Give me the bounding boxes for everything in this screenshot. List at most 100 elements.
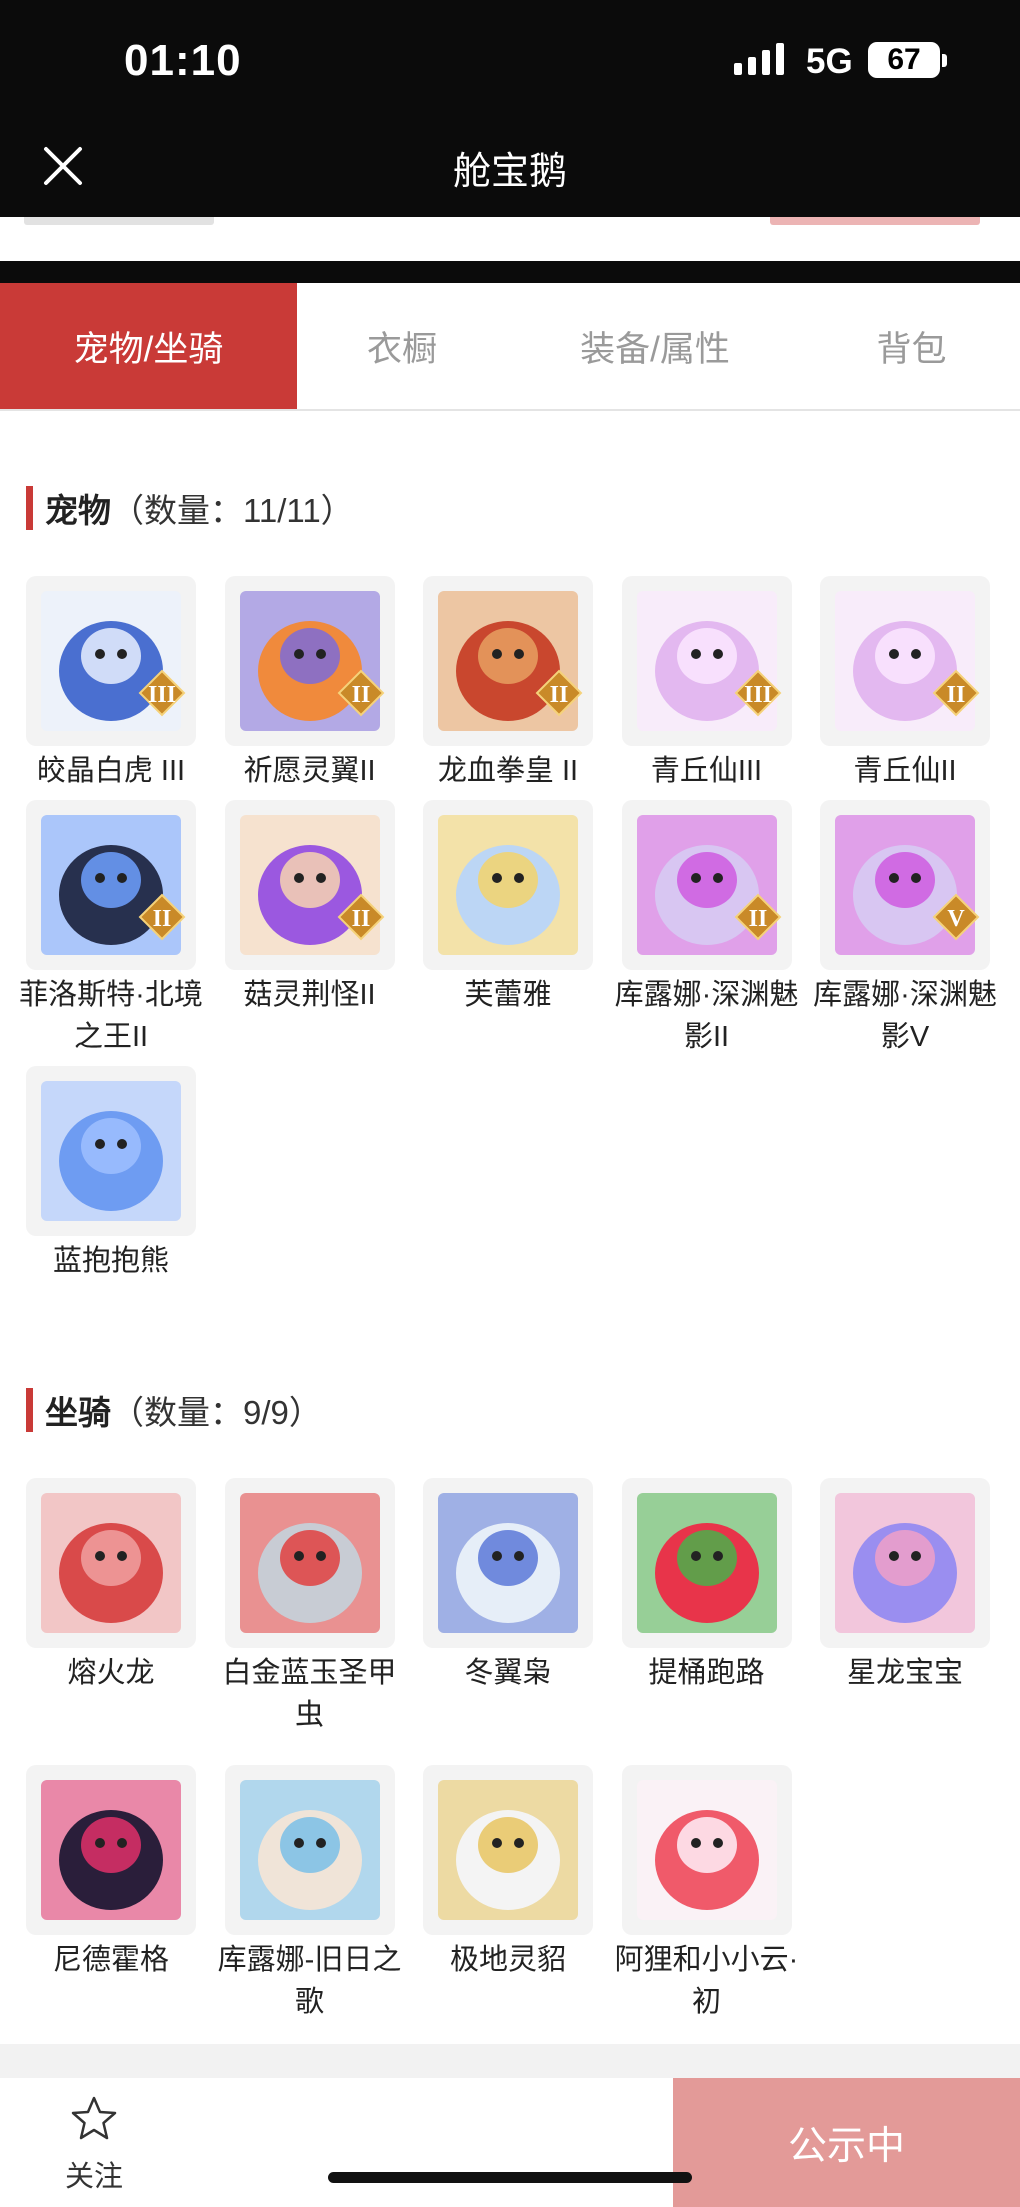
divider	[0, 261, 1020, 283]
mounts-item[interactable]: 白金蓝玉圣甲虫	[222, 1478, 397, 1736]
svg-text:II: II	[748, 906, 767, 932]
pets-name: 库露娜·深渊魅影V	[813, 979, 997, 1053]
pets-name: 菲洛斯特·北境之王II	[19, 979, 203, 1053]
mounts-section-title: 坐骑 （数量：9/9）	[26, 1387, 322, 1433]
mounts-thumbnail	[224, 1765, 395, 1935]
section-marker	[26, 1388, 33, 1432]
follow-label: 关注	[64, 2161, 123, 2193]
mounts-item[interactable]: 库露娜-旧日之歌	[218, 1765, 401, 2023]
pets-thumbnail: III	[26, 576, 196, 746]
pets-name: 芙蕾雅	[464, 979, 552, 1011]
pets-thumbnail: II	[26, 800, 196, 970]
mounts-thumbnail	[423, 1765, 593, 1935]
mounts-name: 熔火龙	[67, 1657, 155, 1689]
signal-icon	[734, 43, 784, 75]
mounts-item[interactable]: 尼德霍格	[26, 1765, 196, 2023]
mounts-name: 星龙宝宝	[846, 1657, 963, 1689]
pets-thumbnail: II	[224, 576, 395, 746]
pets-item[interactable]: III 皎晶白虎 III	[26, 576, 196, 792]
tab-wardrobe[interactable]: 衣橱	[297, 283, 507, 409]
tab-bar: 宠物/坐骑 衣橱 装备/属性 背包	[0, 283, 1020, 411]
svg-text:V: V	[947, 906, 965, 932]
section-name: 宠物	[45, 492, 111, 529]
pets-item[interactable]: II 库露娜·深渊魅影II	[615, 800, 798, 1058]
svg-text:III: III	[743, 682, 771, 708]
pets-thumbnail: III	[621, 576, 792, 746]
section-name: 坐骑	[45, 1394, 111, 1431]
mounts-thumbnail	[26, 1478, 196, 1648]
pets-thumbnail	[423, 800, 593, 970]
pets-item[interactable]: III 青丘仙III	[621, 576, 792, 792]
network-type: 5G	[806, 42, 853, 81]
pets-name: 龙血拳皇 II	[437, 755, 579, 787]
section-count: （数量：9/9）	[111, 1394, 322, 1431]
svg-text:III: III	[148, 682, 176, 708]
pets-thumbnail: II	[820, 576, 990, 746]
mounts-item[interactable]: 熔火龙	[26, 1478, 196, 1736]
svg-text:II: II	[153, 906, 172, 932]
pets-thumbnail: II	[224, 800, 395, 970]
status-time: 01:10	[124, 36, 242, 85]
follow-button[interactable]: 关注	[54, 2094, 134, 2195]
svg-text:II: II	[550, 682, 569, 708]
mounts-item[interactable]: 星龙宝宝	[820, 1478, 990, 1736]
pets-thumbnail: II	[621, 800, 792, 970]
clipped-text	[24, 217, 214, 225]
mounts-grid: 熔火龙 白金蓝玉圣甲虫 冬翼枭 提桶跑路 星龙宝宝尼德霍格 库露娜-旧日之歌 极地灵貂 阿狸和…	[26, 1478, 1006, 2023]
mounts-name: 极地灵貂	[449, 1944, 566, 1976]
pets-item[interactable]: II 龙血拳皇 II	[423, 576, 593, 792]
public-status-button[interactable]: 公示中	[673, 2078, 1020, 2207]
mounts-thumbnail	[820, 1478, 990, 1648]
mounts-name: 冬翼枭	[464, 1657, 552, 1689]
battery-tip	[942, 54, 947, 67]
section-separator	[0, 2044, 1020, 2078]
pets-item[interactable]: 蓝抱抱熊	[26, 1066, 196, 1282]
pets-name: 青丘仙II	[853, 755, 957, 787]
pets-item[interactable]: 芙蕾雅	[423, 800, 593, 1058]
pets-name: 菇灵荆怪II	[243, 979, 376, 1011]
mounts-thumbnail	[621, 1478, 792, 1648]
mounts-item[interactable]: 阿狸和小小云·初	[615, 1765, 798, 2023]
mounts-item[interactable]: 冬翼枭	[423, 1478, 593, 1736]
section-marker	[26, 486, 33, 530]
mounts-name: 库露娜-旧日之歌	[217, 1944, 402, 2018]
tab-equipment[interactable]: 装备/属性	[507, 283, 803, 409]
pets-grid: III 皎晶白虎 III II 祈愿灵翼II II 龙血拳皇 II III 青丘仙III II 青…	[19, 576, 1006, 1282]
pets-section-title: 宠物 （数量：11/11）	[26, 485, 354, 531]
pets-thumbnail: V	[820, 800, 990, 970]
status-bar: 01:10 5G 67	[0, 0, 1020, 125]
section-count: （数量：11/11）	[111, 492, 354, 529]
pets-name: 青丘仙III	[650, 755, 763, 787]
mounts-name: 白金蓝玉圣甲虫	[222, 1657, 397, 1731]
pets-name: 库露娜·深渊魅影II	[614, 979, 799, 1053]
tab-pets-mounts[interactable]: 宠物/坐骑	[0, 283, 297, 409]
svg-text:II: II	[351, 906, 370, 932]
star-icon	[71, 2096, 117, 2140]
pets-item[interactable]: II 菲洛斯特·北境之王II	[19, 800, 203, 1058]
home-indicator[interactable]	[328, 2172, 692, 2183]
pets-item[interactable]: V 库露娜·深渊魅影V	[813, 800, 997, 1058]
pets-thumbnail: II	[423, 576, 593, 746]
battery-icon: 67	[868, 42, 940, 78]
mounts-thumbnail	[423, 1478, 593, 1648]
pets-item[interactable]: II 菇灵荆怪II	[224, 800, 395, 1058]
mounts-thumbnail	[621, 1765, 792, 1935]
pets-name: 皎晶白虎 III	[36, 755, 186, 787]
mounts-name: 阿狸和小小云·初	[614, 1944, 799, 2018]
svg-text:II: II	[947, 682, 966, 708]
tab-backpack[interactable]: 背包	[803, 283, 1020, 409]
mounts-name: 尼德霍格	[52, 1944, 169, 1976]
mounts-item[interactable]: 极地灵貂	[423, 1765, 593, 2023]
pets-item[interactable]: II 青丘仙II	[820, 576, 990, 792]
bottom-bar: 关注 公示中	[0, 2078, 1020, 2207]
pets-name: 祈愿灵翼II	[243, 755, 376, 787]
mounts-thumbnail	[26, 1765, 196, 1935]
pets-thumbnail	[26, 1066, 196, 1236]
svg-text:II: II	[351, 682, 370, 708]
nav-bar: 舱宝鹅	[0, 125, 1020, 217]
mounts-name: 提桶跑路	[648, 1657, 765, 1689]
pets-item[interactable]: II 祈愿灵翼II	[224, 576, 395, 792]
clipped-text	[770, 217, 980, 225]
pets-name: 蓝抱抱熊	[52, 1245, 169, 1277]
mounts-item[interactable]: 提桶跑路	[621, 1478, 792, 1736]
